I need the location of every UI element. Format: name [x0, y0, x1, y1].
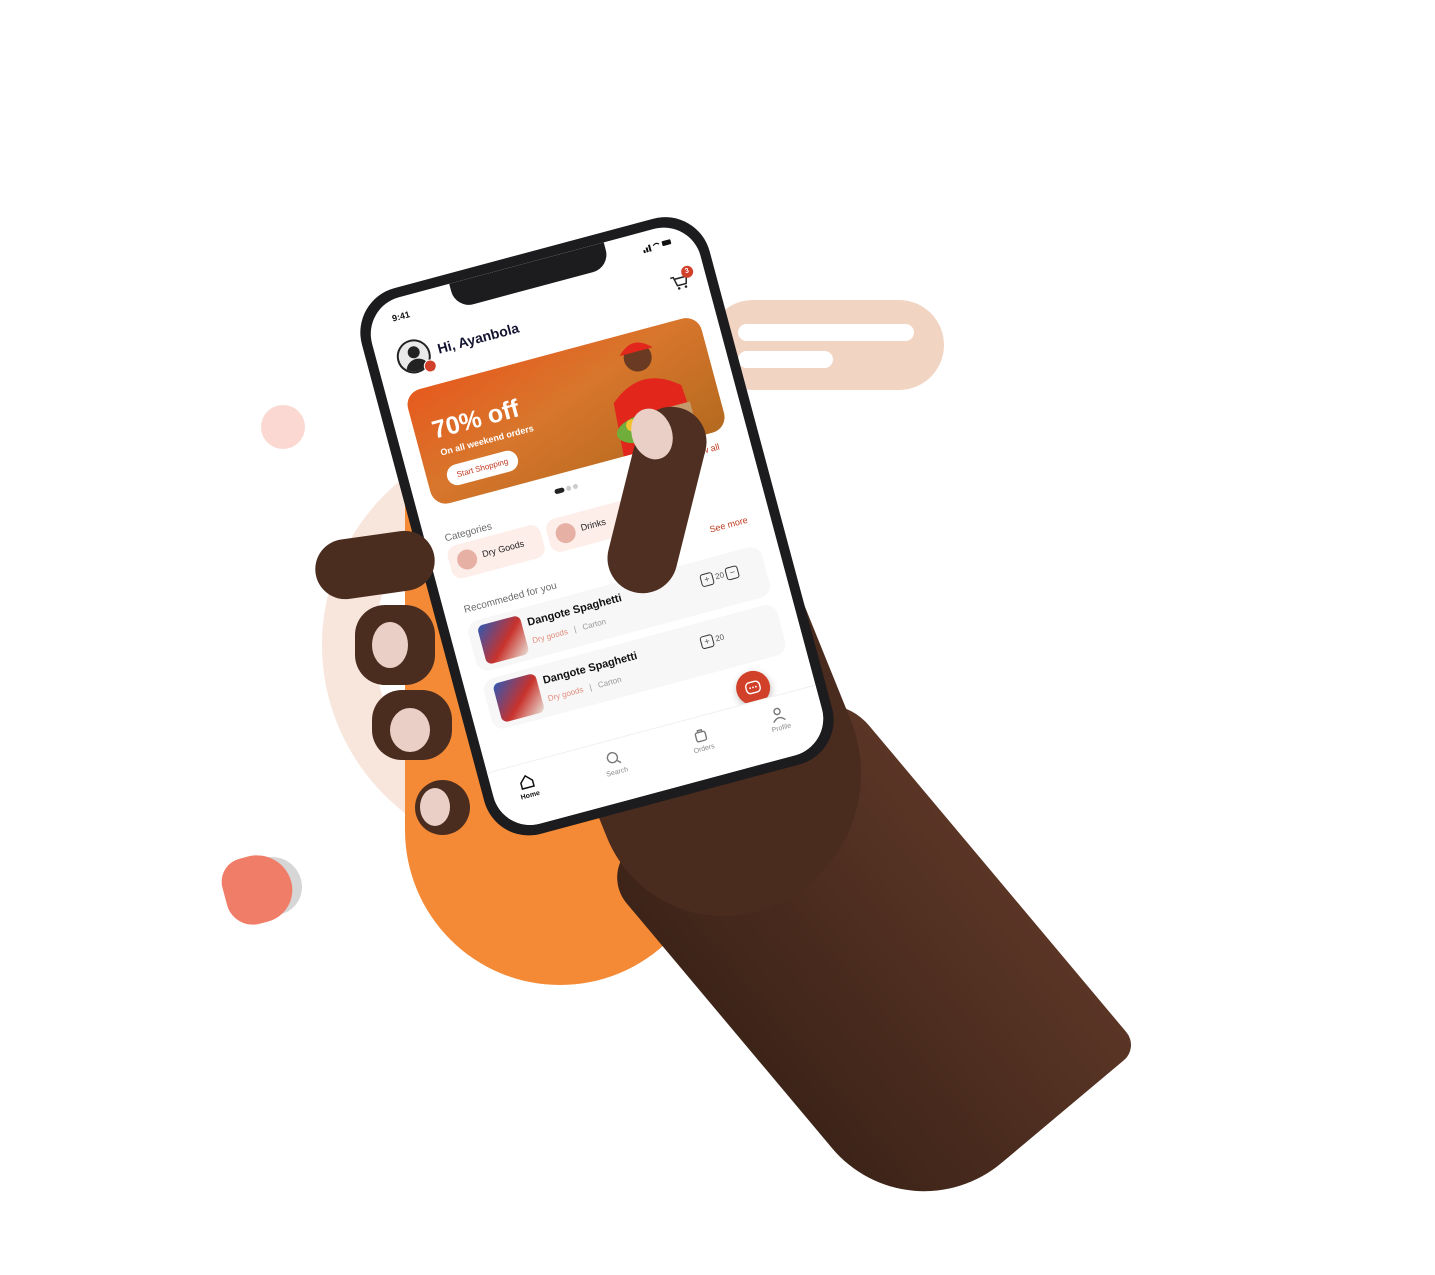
- finger-nail: [372, 622, 408, 668]
- tab-home[interactable]: Home: [496, 766, 561, 807]
- home-icon: [520, 774, 535, 790]
- plus-icon[interactable]: +: [699, 633, 716, 650]
- decorative-blob-red: [216, 847, 300, 931]
- decorative-dot: [261, 405, 305, 449]
- cart-button[interactable]: 3: [669, 264, 695, 295]
- signal-wifi-battery-icon: [643, 239, 672, 254]
- status-time: 9:41: [390, 309, 411, 324]
- product-thumbnail: [476, 614, 530, 665]
- greeting-text: Hi, Ayanbola: [435, 319, 521, 357]
- tab-profile[interactable]: Profile: [747, 699, 812, 740]
- bag-icon: [694, 728, 708, 743]
- carousel-dots[interactable]: [552, 475, 582, 499]
- see-more-link[interactable]: See more: [708, 515, 748, 535]
- status-icons: [642, 237, 674, 255]
- finger-nail: [420, 788, 450, 826]
- minus-icon[interactable]: −: [724, 564, 741, 581]
- search-icon: [606, 751, 622, 764]
- tab-orders[interactable]: Orders: [670, 720, 735, 761]
- quantity-stepper[interactable]: + 20: [699, 631, 726, 650]
- quantity-value: 20: [714, 570, 726, 582]
- tab-search[interactable]: Search: [583, 743, 648, 784]
- product-name: Dangote Spaghetti: [541, 650, 639, 687]
- product-thumbnail: [492, 672, 546, 723]
- product-name: Dangote Spaghetti: [526, 592, 624, 629]
- quantity-stepper[interactable]: + 20 −: [699, 564, 741, 588]
- user-icon: [773, 707, 786, 724]
- start-shopping-button[interactable]: Start Shopping: [444, 448, 521, 488]
- finger-nail: [390, 708, 430, 752]
- quantity-value: 20: [714, 632, 726, 644]
- plus-icon[interactable]: +: [699, 571, 715, 588]
- verified-badge-icon: [422, 358, 439, 374]
